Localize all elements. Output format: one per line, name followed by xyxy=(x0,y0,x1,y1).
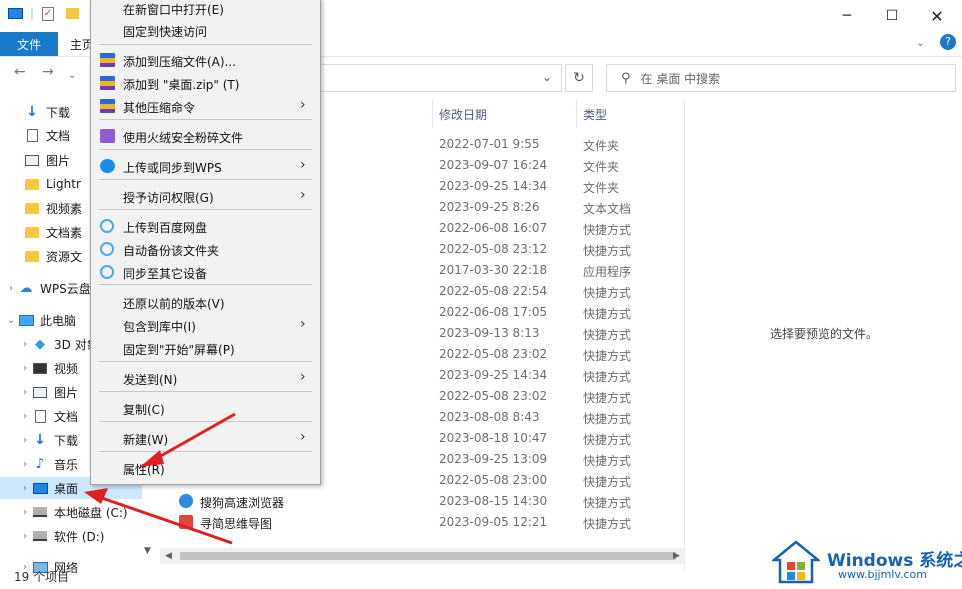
watermark-url: www.bjjmlv.com xyxy=(838,568,927,581)
arrow-to-properties xyxy=(140,412,236,467)
watermark-logo-icon xyxy=(772,540,820,584)
annotation-arrows xyxy=(84,412,236,545)
watermark: Windows 系统之家 www.bjjmlv.com xyxy=(772,538,962,586)
arrow-to-desktop xyxy=(84,488,233,545)
